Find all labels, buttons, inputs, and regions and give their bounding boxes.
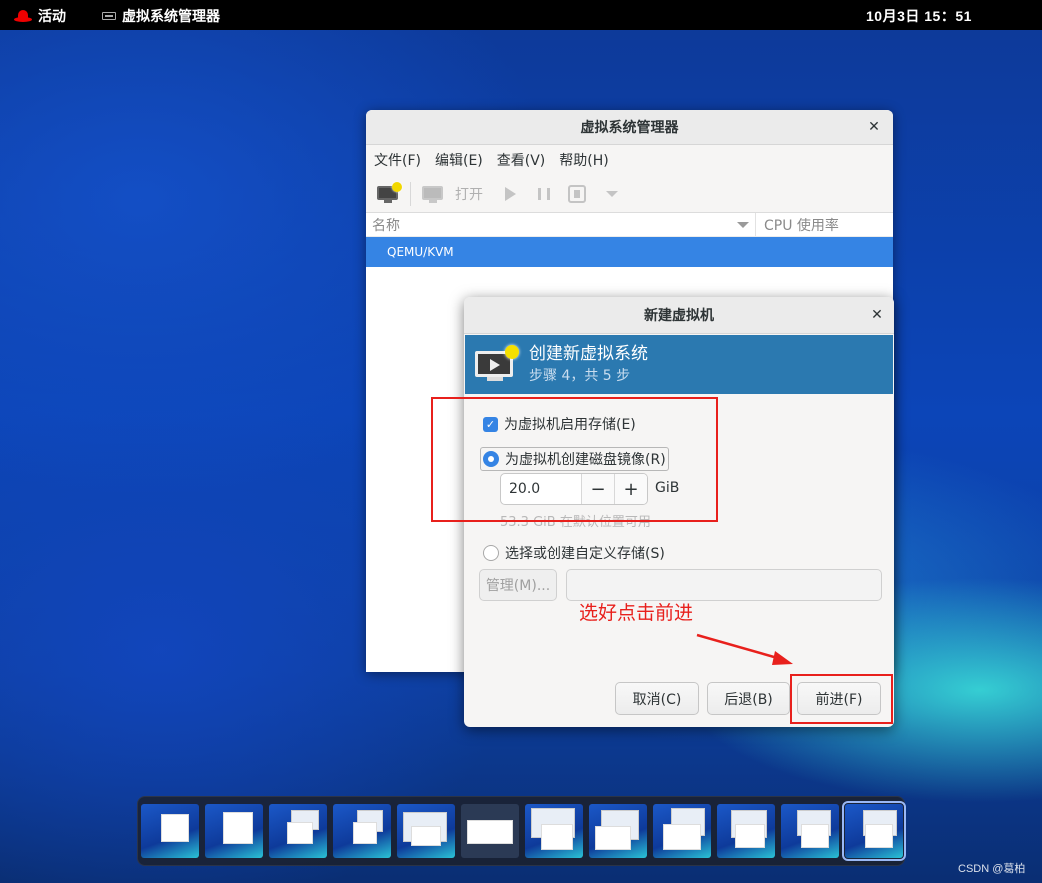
app-menu-label: 虚拟系统管理器 — [122, 8, 220, 24]
redhat-logo-icon — [14, 9, 32, 23]
play-icon — [505, 186, 516, 201]
window-thumbnail[interactable] — [141, 804, 199, 858]
column-name-label: 名称 — [372, 217, 400, 234]
pause-icon — [538, 187, 550, 200]
virt-manager-app-icon — [102, 12, 116, 20]
activities-label: 活动 — [38, 8, 66, 24]
manage-storage-button[interactable]: 管理(M)... — [479, 569, 557, 601]
back-button[interactable]: 后退(B) — [707, 682, 790, 715]
main-window-titlebar[interactable]: 虚拟系统管理器 ✕ — [366, 110, 893, 145]
window-thumbnail[interactable] — [781, 804, 839, 858]
column-header-cpu[interactable]: CPU 使用率 — [756, 215, 839, 235]
new-vm-button[interactable] — [376, 179, 402, 209]
activities-button[interactable]: 活动 — [14, 6, 66, 26]
chevron-down-icon — [606, 190, 618, 197]
shutdown-menu-button[interactable] — [594, 179, 618, 209]
window-thumbnail[interactable] — [589, 804, 647, 858]
window-thumbnail[interactable] — [205, 804, 263, 858]
window-thumbnail[interactable] — [461, 804, 519, 858]
cancel-button[interactable]: 取消(C) — [615, 682, 699, 715]
list-header: 名称 CPU 使用率 — [366, 213, 893, 237]
menu-file[interactable]: 文件(F) — [374, 150, 421, 170]
annotation-highlight-forward — [790, 674, 893, 724]
main-window-title: 虚拟系统管理器 — [580, 120, 679, 136]
annotation-arrow-icon — [696, 633, 793, 665]
window-thumbnail[interactable] — [269, 804, 327, 858]
annotation-highlight-storage — [431, 397, 718, 522]
window-thumbnail[interactable] — [525, 804, 583, 858]
clock[interactable]: 10月3日 15：51 — [866, 6, 972, 26]
annotation-text: 选好点击前进 — [579, 602, 694, 624]
custom-storage-radio[interactable]: 选择或创建自定义存储(S) — [483, 543, 665, 563]
dialog-titlebar[interactable]: 新建虚拟机 ✕ — [464, 297, 894, 334]
menu-edit[interactable]: 编辑(E) — [435, 150, 483, 170]
column-header-name[interactable]: 名称 — [366, 213, 756, 236]
radio-unselected-icon — [483, 545, 499, 561]
app-menu[interactable]: 虚拟系统管理器 — [102, 6, 220, 26]
toolbar: 打开 — [366, 175, 893, 213]
connection-row[interactable]: QEMU/KVM — [366, 237, 893, 267]
window-thumbnail[interactable] — [333, 804, 391, 858]
window-switcher — [137, 796, 906, 866]
menu-help[interactable]: 帮助(H) — [559, 150, 608, 170]
window-thumbnail-active[interactable] — [842, 801, 906, 861]
window-thumbnail[interactable] — [397, 804, 455, 858]
sort-icon — [737, 222, 749, 228]
step-indicator: 步骤 4，共 5 步 — [529, 367, 631, 384]
run-button[interactable] — [493, 179, 528, 209]
custom-storage-label: 选择或创建自定义存储(S) — [505, 546, 665, 562]
monitor-icon — [421, 184, 445, 204]
new-vm-icon — [473, 344, 519, 385]
banner-title: 创建新虚拟系统 — [529, 343, 648, 364]
watermark: CSDN @葛柏 — [958, 863, 1026, 875]
menu-bar: 文件(F) 编辑(E) 查看(V) 帮助(H) — [366, 145, 893, 175]
toolbar-separator — [410, 181, 411, 206]
open-button[interactable]: 打开 — [421, 179, 483, 209]
open-label: 打开 — [455, 186, 483, 203]
window-thumbnail[interactable] — [653, 804, 711, 858]
close-icon[interactable]: ✕ — [868, 306, 886, 324]
dialog-header-banner: 创建新虚拟系统 步骤 4，共 5 步 — [465, 335, 893, 394]
window-thumbnail[interactable] — [717, 804, 775, 858]
dialog-title: 新建虚拟机 — [644, 308, 714, 324]
power-icon — [568, 184, 586, 203]
menu-view[interactable]: 查看(V) — [497, 150, 546, 170]
new-vm-icon — [376, 181, 402, 204]
custom-storage-path-input[interactable] — [566, 569, 882, 601]
pause-button[interactable] — [528, 179, 560, 209]
top-bar: 活动 虚拟系统管理器 10月3日 15：51 — [0, 0, 1042, 31]
close-icon[interactable]: ✕ — [865, 118, 883, 136]
shutdown-button[interactable] — [560, 179, 594, 209]
